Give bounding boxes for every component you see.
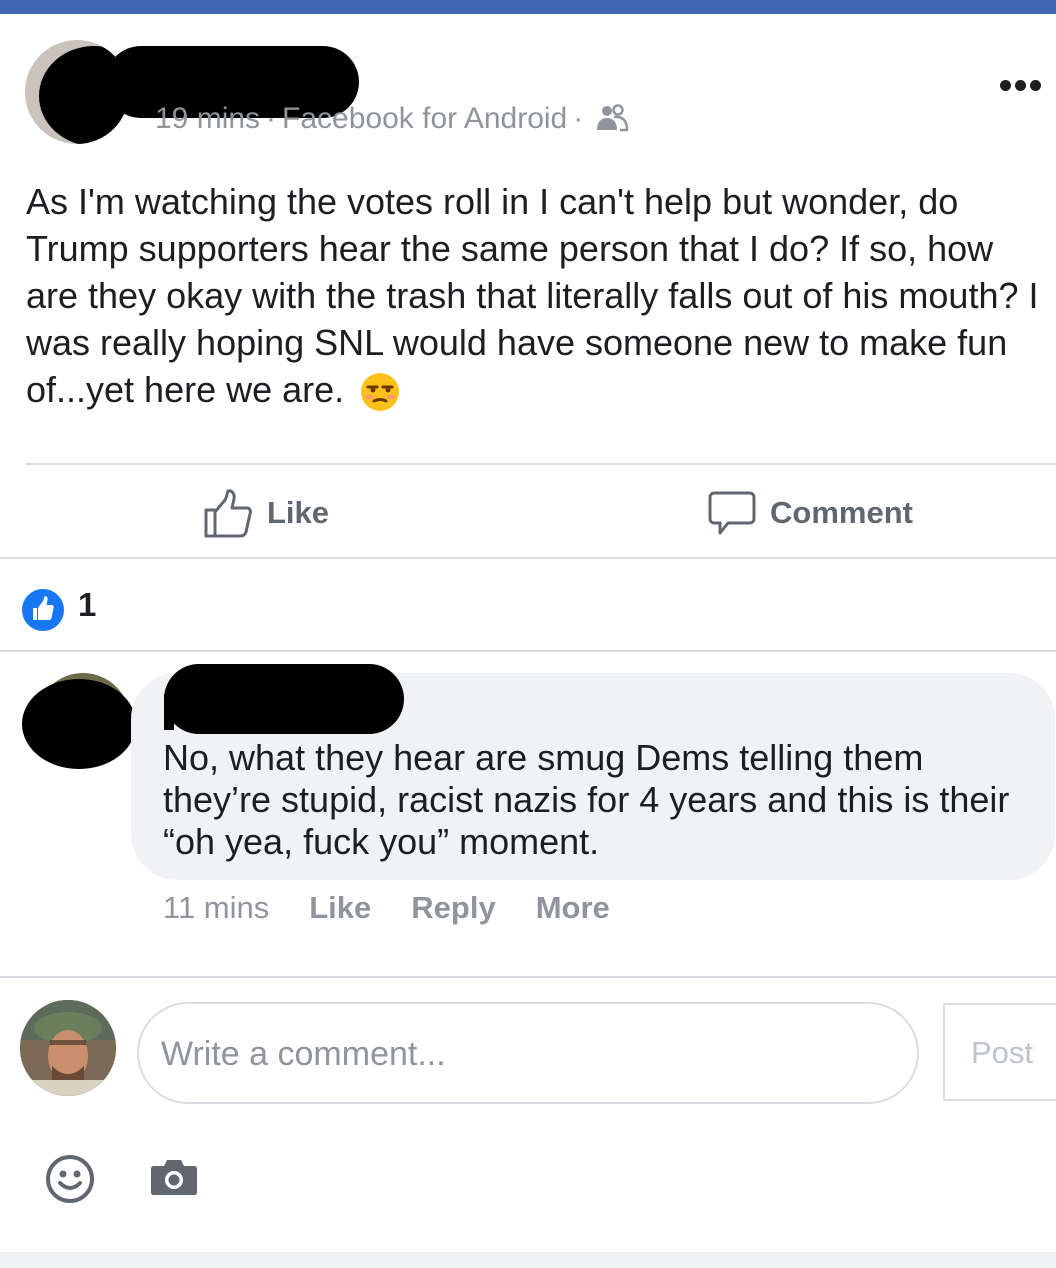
comment-more-button[interactable]: More: [536, 890, 610, 925]
comment-label: Comment: [770, 495, 913, 530]
current-user-avatar[interactable]: [20, 1000, 116, 1096]
comment-actions: 11 mins Like Reply More: [163, 890, 650, 926]
comment-button[interactable]: Comment: [708, 486, 913, 540]
meta-separator: ·: [266, 102, 277, 135]
divider: [0, 557, 1056, 559]
friends-icon: [595, 104, 629, 140]
comment-text: No, what they hear are smug Dems telling…: [163, 737, 1010, 862]
bottom-strip: [0, 1252, 1056, 1268]
comment-input[interactable]: Write a comment...: [137, 1002, 919, 1104]
meta-separator-2: ·: [573, 102, 584, 135]
divider: [26, 463, 1056, 465]
like-label: Like: [267, 495, 330, 530]
top-app-bar: [0, 0, 1056, 14]
commenter-name-redaction: [164, 664, 404, 734]
post-body: As I'm watching the votes roll in I can'…: [26, 178, 1051, 423]
post-button[interactable]: Post: [943, 1003, 1056, 1101]
post-timestamp[interactable]: 19 mins: [155, 102, 260, 135]
like-button[interactable]: Like: [203, 486, 329, 540]
commenter-avatar[interactable]: [22, 673, 136, 769]
avatar-redaction: [22, 679, 136, 769]
divider: [0, 650, 1056, 652]
comment-reply-button[interactable]: Reply: [411, 890, 495, 925]
post-text: As I'm watching the votes roll in I can'…: [26, 181, 1039, 410]
divider: [0, 976, 1056, 978]
comment-like-button[interactable]: Like: [309, 890, 371, 925]
thumbs-up-icon: [204, 489, 252, 538]
post-meta: 19 mins · Facebook for Android ·: [155, 102, 629, 140]
smile-icon[interactable]: [45, 1154, 95, 1209]
camera-icon[interactable]: [150, 1158, 198, 1201]
more-dots-icon[interactable]: [1000, 78, 1045, 96]
post-source: Facebook for Android: [282, 102, 568, 135]
comment-bubble-icon: [708, 491, 756, 535]
comment-timestamp[interactable]: 11 mins: [163, 890, 269, 925]
like-thumb-icon[interactable]: [20, 587, 66, 633]
reaction-count[interactable]: 1: [78, 586, 96, 624]
unamused-face-emoji: [360, 372, 400, 423]
